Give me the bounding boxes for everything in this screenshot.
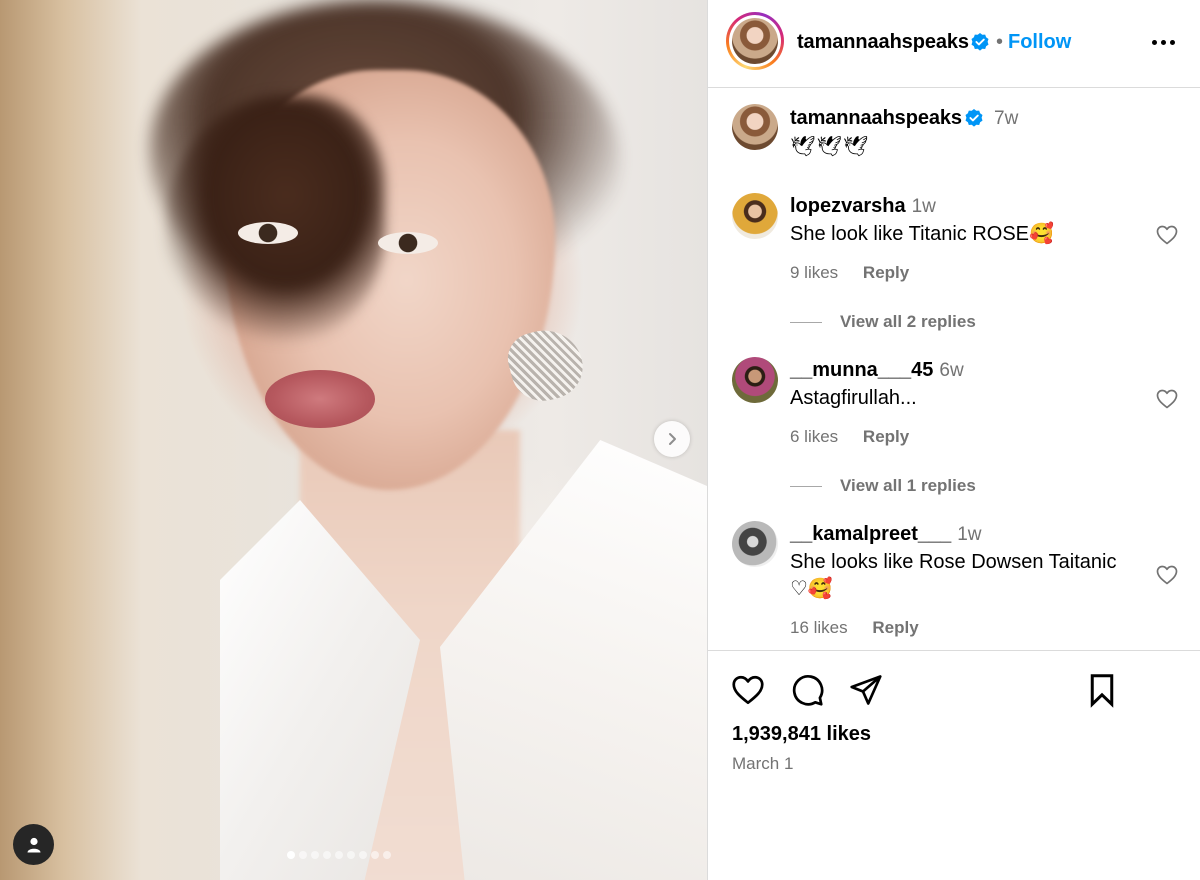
save-button[interactable] (1084, 672, 1120, 708)
story-ring[interactable] (726, 12, 784, 70)
comments-list[interactable]: tamannaahspeaks 7w 🕊🕊🕊 lopezvarsha 1w She… (708, 89, 1200, 650)
comment-username[interactable]: __kamalpreet___ 1w (790, 523, 982, 546)
view-replies-button[interactable]: View all 2 replies (790, 312, 976, 332)
reply-button[interactable]: Reply (863, 427, 909, 446)
carousel-next-button[interactable] (654, 421, 690, 457)
comment-text: She look like Titanic ROSE🥰 (790, 223, 1054, 245)
comment-avatar[interactable] (732, 193, 778, 239)
comment-button[interactable] (789, 672, 825, 708)
comment-meta: 6 likes Reply (790, 427, 929, 447)
caption-text: 🕊🕊🕊 (790, 136, 870, 158)
comment-likes[interactable]: 6 likes (790, 427, 838, 446)
avatar[interactable] (732, 18, 778, 64)
separator-dot: • (996, 31, 1004, 53)
comment-avatar[interactable] (732, 357, 778, 403)
comment-username[interactable]: __munna___45 6w (790, 359, 964, 382)
header-username[interactable]: tamannaahspeaks (797, 31, 969, 54)
comment-timestamp[interactable]: 1w (912, 196, 936, 217)
carousel-dot (311, 851, 319, 859)
chevron-right-icon (669, 433, 676, 445)
verified-badge-icon (970, 32, 990, 57)
carousel-dot (299, 851, 307, 859)
comment-like-button[interactable] (1155, 223, 1179, 247)
caption-avatar[interactable] (732, 104, 778, 150)
verified-badge-icon (964, 108, 984, 133)
post-header: tamannaahspeaks • Follow (708, 0, 1200, 88)
reply-button[interactable]: Reply (872, 618, 918, 637)
user-tag-icon (27, 837, 40, 852)
comment-timestamp[interactable]: 6w (939, 360, 963, 381)
post-media[interactable] (0, 0, 707, 880)
post-side-panel: tamannaahspeaks • Follow tamannaahspeaks… (707, 0, 1200, 880)
comment-avatar[interactable] (732, 521, 778, 567)
carousel-dot (371, 851, 379, 859)
heart-icon (1156, 225, 1178, 245)
more-options-icon (1151, 39, 1175, 45)
carousel-dot (335, 851, 343, 859)
comment-likes[interactable]: 9 likes (790, 263, 838, 282)
comment-text: She looks like Rose Dowsen Taitanic ♡🥰 (790, 551, 1117, 600)
comment-bubble-icon (792, 675, 824, 706)
heart-icon (1156, 389, 1178, 409)
post-date[interactable]: March 1 (732, 754, 793, 774)
comment-username[interactable]: lopezvarsha 1w (790, 195, 936, 218)
tagged-users-button[interactable] (13, 824, 54, 865)
post-likes-count[interactable]: 1,939,841 likes (732, 723, 871, 746)
comment-meta: 9 likes Reply (790, 263, 929, 283)
carousel-dot (287, 851, 295, 859)
comment-text: Astagfirullah... (790, 387, 917, 409)
photo-eye (378, 232, 438, 254)
caption-username[interactable]: tamannaahspeaks (790, 107, 962, 130)
carousel-dot (383, 851, 391, 859)
heart-icon (732, 675, 764, 705)
carousel-dot (359, 851, 367, 859)
photo-lips (265, 370, 375, 428)
carousel-indicator (287, 851, 391, 859)
paper-plane-icon (850, 675, 882, 705)
carousel-dot (347, 851, 355, 859)
photo-eye (238, 222, 298, 244)
heart-icon (1156, 565, 1178, 585)
caption-timestamp[interactable]: 7w (994, 108, 1018, 130)
post-actions: 1,939,841 likes March 1 (708, 650, 1200, 880)
share-button[interactable] (848, 672, 884, 708)
reply-button[interactable]: Reply (863, 263, 909, 282)
more-options-button[interactable] (1148, 28, 1178, 56)
comment-timestamp[interactable]: 1w (957, 524, 981, 545)
comment-meta: 16 likes Reply (790, 618, 939, 638)
like-button[interactable] (730, 672, 766, 708)
bookmark-icon (1090, 674, 1114, 708)
comment-like-button[interactable] (1155, 387, 1179, 411)
comment-like-button[interactable] (1155, 563, 1179, 587)
comment-likes[interactable]: 16 likes (790, 618, 848, 637)
view-replies-button[interactable]: View all 1 replies (790, 476, 976, 496)
carousel-dot (323, 851, 331, 859)
follow-button[interactable]: Follow (1008, 31, 1071, 54)
